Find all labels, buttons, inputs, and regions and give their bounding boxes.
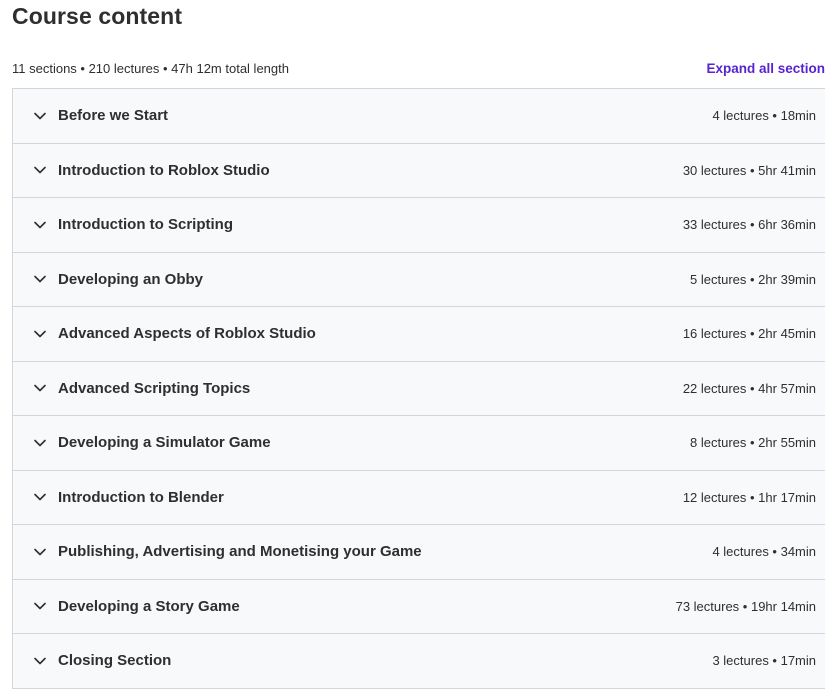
chevron-down-icon — [34, 491, 46, 503]
section-row[interactable]: Introduction to Scripting 33 lectures • 6… — [13, 198, 825, 253]
section-title: Developing an Obby — [58, 270, 204, 288]
section-row[interactable]: Publishing, Advertising and Monetising y… — [13, 525, 825, 580]
section-meta: 73 lectures • 19hr 14min — [675, 598, 816, 614]
chevron-down-icon — [34, 437, 46, 449]
chevron-down-icon — [34, 110, 46, 122]
course-summary: 11 sections • 210 lectures • 47h 12m tot… — [12, 60, 289, 76]
section-meta: 5 lectures • 2hr 39min — [690, 271, 816, 287]
chevron-down-icon — [34, 600, 46, 612]
sections-list: Before we Start 4 lectures • 18min Introdu… — [12, 88, 825, 689]
section-title: Introduction to Blender — [58, 488, 224, 506]
section-title: Developing a Simulator Game — [58, 434, 271, 452]
chevron-down-icon — [34, 273, 46, 285]
section-title: Before we Start — [58, 107, 169, 125]
section-meta: 30 lectures • 5hr 41min — [682, 162, 816, 178]
section-title: Introduction to Roblox Studio — [58, 161, 270, 179]
section-title: Advanced Aspects of Roblox Studio — [58, 325, 316, 343]
section-meta: 8 lectures • 2hr 55min — [690, 435, 816, 451]
section-title: Publishing, Advertising and Monetising y… — [58, 543, 422, 561]
expand-all-sections-button[interactable]: Expand all section — [706, 61, 825, 76]
section-meta: 4 lectures • 18min — [712, 108, 816, 124]
chevron-down-icon — [34, 655, 46, 667]
section-title: Developing a Story Game — [58, 597, 240, 615]
chevron-down-icon — [34, 328, 46, 340]
section-meta: 22 lectures • 4hr 57min — [682, 380, 816, 396]
section-row[interactable]: Developing a Story Game 73 lectures • 19h… — [13, 579, 825, 634]
section-row[interactable]: Developing an Obby 5 lectures • 2hr 39min — [13, 252, 825, 307]
section-row[interactable]: Advanced Scripting Topics 22 lectures • 4… — [13, 361, 825, 416]
section-title: Advanced Scripting Topics — [58, 379, 251, 397]
section-title: Introduction to Scripting — [58, 216, 233, 234]
section-title: Closing Section — [58, 652, 172, 670]
section-row[interactable]: Introduction to Roblox Studio 30 lectures… — [13, 143, 825, 198]
section-meta: 3 lectures • 17min — [712, 653, 816, 669]
section-meta: 16 lectures • 2hr 45min — [682, 326, 816, 342]
section-row[interactable]: Advanced Aspects of Roblox Studio 16 lect… — [13, 307, 825, 362]
section-meta: 33 lectures • 6hr 36min — [682, 217, 816, 233]
chevron-down-icon — [34, 382, 46, 394]
chevron-down-icon — [34, 219, 46, 231]
course-summary-row: 11 sections • 210 lectures • 47h 12m tot… — [12, 58, 825, 78]
section-meta: 12 lectures • 1hr 17min — [682, 489, 816, 505]
page-title: Course content — [12, 3, 183, 29]
section-row[interactable]: Introduction to Blender 12 lectures • 1hr… — [13, 470, 825, 525]
chevron-down-icon — [34, 164, 46, 176]
chevron-down-icon — [34, 546, 46, 558]
course-content-panel: Course content 11 sections • 210 lecture… — [0, 0, 825, 698]
section-row[interactable]: Before we Start 4 lectures • 18min — [13, 89, 825, 144]
section-row[interactable]: Developing a Simulator Game 8 lectures • … — [13, 416, 825, 471]
section-row[interactable]: Closing Section 3 lectures • 17min — [13, 634, 825, 689]
section-meta: 4 lectures • 34min — [712, 544, 816, 560]
